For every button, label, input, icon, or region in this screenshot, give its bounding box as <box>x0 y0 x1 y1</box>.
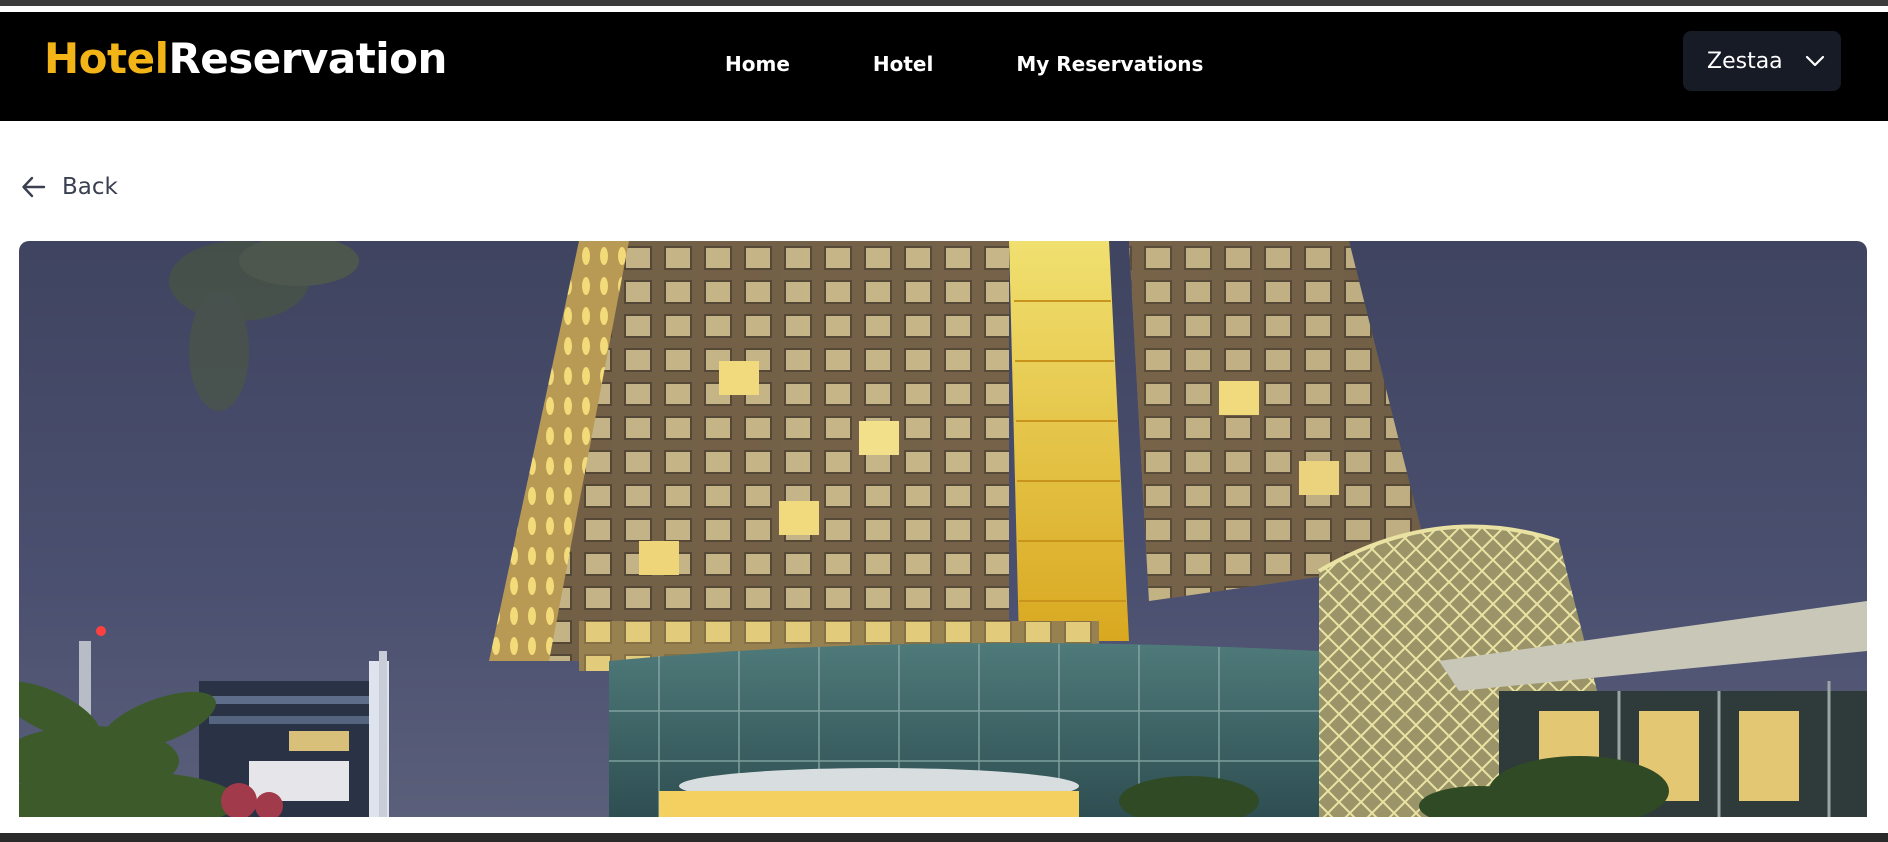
brand-logo-part2: Reservation <box>168 34 447 83</box>
user-menu-button[interactable]: Zestaa <box>1683 31 1841 91</box>
hotel-hero-image <box>19 241 1867 817</box>
app-window: HotelReservation Home Hotel My Reservati… <box>0 0 1888 842</box>
user-name: Zestaa <box>1707 48 1783 74</box>
navbar: HotelReservation Home Hotel My Reservati… <box>0 12 1888 121</box>
brand-logo[interactable]: HotelReservation <box>44 38 447 80</box>
arrow-left-icon <box>22 176 46 198</box>
window-bottom-edge <box>0 833 1888 842</box>
back-label: Back <box>62 174 118 200</box>
main-nav: Home Hotel My Reservations <box>725 54 1203 74</box>
nav-link-my-reservations[interactable]: My Reservations <box>1016 54 1203 74</box>
nav-link-hotel[interactable]: Hotel <box>873 54 933 74</box>
nav-link-home[interactable]: Home <box>725 54 790 74</box>
chevron-down-icon <box>1805 55 1824 67</box>
brand-logo-part1: Hotel <box>44 34 169 83</box>
back-button[interactable]: Back <box>20 173 118 201</box>
hotel-detail-page: Back <box>0 121 1888 842</box>
hotel-building-illustration <box>19 241 1867 817</box>
